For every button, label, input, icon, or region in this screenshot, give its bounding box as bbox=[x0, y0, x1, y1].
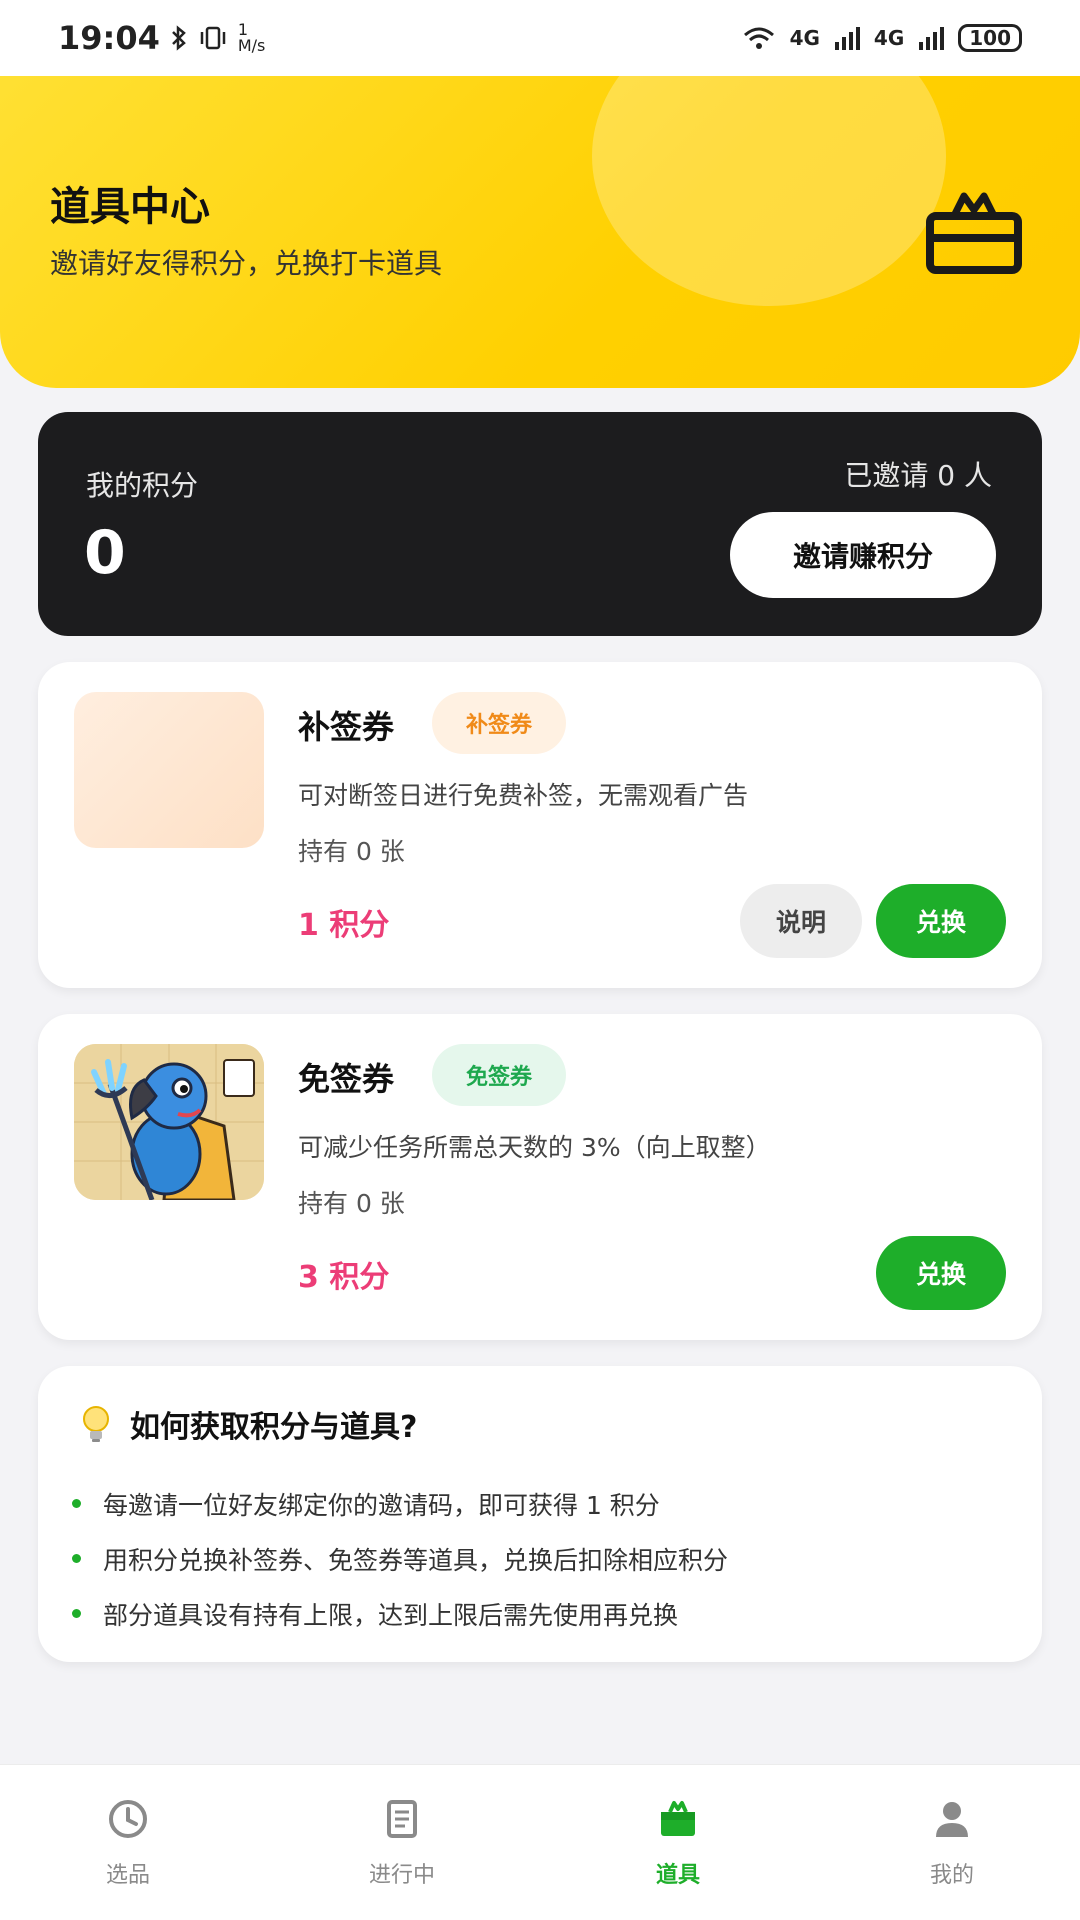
points-value: 0 bbox=[84, 518, 126, 588]
signal-icon bbox=[834, 27, 860, 50]
nav-item-mine[interactable]: 我的 bbox=[872, 1765, 1032, 1920]
help-point: 用积分兑换补签券、免签券等道具，兑换后扣除相应积分 bbox=[103, 1545, 729, 1575]
list-item: 每邀请一位好友绑定你的邀请码，即可获得 1 积分 bbox=[72, 1476, 728, 1531]
nav-label: 道具 bbox=[655, 1863, 700, 1888]
signal-icon bbox=[919, 27, 945, 50]
redeem-button[interactable]: 兑换 bbox=[876, 1236, 1006, 1310]
page-title: 道具中心 bbox=[50, 184, 210, 230]
redeem-button[interactable]: 兑换 bbox=[876, 884, 1006, 958]
nav-item-in-progress[interactable]: 进行中 bbox=[322, 1765, 482, 1920]
item-thumbnail-parrot bbox=[74, 1044, 264, 1200]
decorative-circle bbox=[592, 76, 946, 306]
help-title: 如何获取积分与道具? bbox=[130, 1410, 418, 1445]
item-card-skip-ticket: 免签券 免签券 可减少任务所需总天数的 3%（向上取整） 持有 0 张 3 积分… bbox=[38, 1014, 1042, 1340]
bullet-dot bbox=[72, 1609, 81, 1618]
item-name: 补签券 bbox=[298, 708, 395, 746]
item-description: 可对断签日进行免费补签，无需观看广告 bbox=[298, 781, 749, 810]
item-cost: 3 积分 bbox=[298, 1260, 390, 1295]
status-time: 19:04 bbox=[58, 19, 160, 57]
bluetooth-icon bbox=[171, 25, 186, 51]
wifi-icon bbox=[743, 27, 774, 49]
bottom-nav: 选品 进行中 道具 我的 bbox=[0, 1764, 1080, 1920]
net-speed: 1 M/s bbox=[238, 22, 266, 54]
parrot-illustration bbox=[74, 1044, 264, 1200]
item-name: 免签券 bbox=[298, 1060, 395, 1098]
nav-label: 选品 bbox=[105, 1863, 150, 1888]
status-bar: 19:04 1 M/s 4G 4G 100 bbox=[0, 0, 1080, 76]
gift-icon bbox=[661, 1801, 695, 1836]
info-button[interactable]: 说明 bbox=[740, 884, 862, 958]
user-icon bbox=[936, 1802, 968, 1837]
help-list: 每邀请一位好友绑定你的邀请码，即可获得 1 积分 用积分兑换补签券、免签券等道具… bbox=[72, 1476, 728, 1641]
clock-icon bbox=[109, 1800, 147, 1838]
list-item: 部分道具设有持有上限，达到上限后需先使用再兑换 bbox=[72, 1586, 728, 1641]
help-heading: 如何获取积分与道具? bbox=[78, 1402, 417, 1446]
invited-count: 已邀请 0 人 bbox=[844, 459, 992, 492]
bullet-dot bbox=[72, 1499, 81, 1508]
item-tag: 免签券 bbox=[432, 1044, 566, 1106]
points-card: 我的积分 0 已邀请 0 人 邀请赚积分 bbox=[38, 412, 1042, 636]
nav-item-props[interactable]: 道具 bbox=[598, 1765, 758, 1920]
page-subtitle: 邀请好友得积分，兑换打卡道具 bbox=[50, 247, 443, 280]
nav-label: 进行中 bbox=[368, 1863, 435, 1888]
signal-label-1: 4G bbox=[789, 26, 820, 50]
points-label: 我的积分 bbox=[86, 469, 199, 502]
item-cost: 1 积分 bbox=[298, 908, 390, 943]
help-point: 部分道具设有持有上限，达到上限后需先使用再兑换 bbox=[103, 1600, 679, 1630]
net-speed-unit: M/s bbox=[237, 36, 266, 55]
item-owned-count: 持有 0 张 bbox=[298, 1189, 405, 1218]
help-card: 如何获取积分与道具? 每邀请一位好友绑定你的邀请码，即可获得 1 积分 用积分兑… bbox=[38, 1366, 1042, 1662]
battery-indicator: 100 bbox=[958, 24, 1022, 52]
item-thumbnail-placeholder bbox=[74, 692, 264, 848]
status-right: 4G 4G 100 bbox=[742, 24, 1022, 52]
lightbulb-icon bbox=[83, 1406, 109, 1442]
nav-item-selection[interactable]: 选品 bbox=[48, 1765, 208, 1920]
bullet-dot bbox=[72, 1554, 81, 1563]
header-banner: 道具中心 邀请好友得积分，兑换打卡道具 bbox=[0, 76, 1080, 388]
item-description: 可减少任务所需总天数的 3%（向上取整） bbox=[298, 1133, 771, 1162]
list-item: 用积分兑换补签券、免签券等道具，兑换后扣除相应积分 bbox=[72, 1531, 728, 1586]
status-left: 19:04 1 M/s bbox=[58, 19, 265, 57]
signal-label-2: 4G bbox=[873, 26, 905, 50]
item-card-makeup-ticket: 补签券 补签券 可对断签日进行免费补签，无需观看广告 持有 0 张 1 积分 说… bbox=[38, 662, 1042, 988]
vibrate-icon bbox=[200, 26, 226, 50]
item-owned-count: 持有 0 张 bbox=[298, 837, 405, 866]
invite-earn-button[interactable]: 邀请赚积分 bbox=[730, 512, 996, 598]
help-point: 每邀请一位好友绑定你的邀请码，即可获得 1 积分 bbox=[103, 1490, 660, 1520]
nav-label: 我的 bbox=[929, 1863, 974, 1888]
gift-icon bbox=[926, 192, 1022, 274]
document-icon bbox=[387, 1800, 417, 1838]
item-tag: 补签券 bbox=[432, 692, 566, 754]
